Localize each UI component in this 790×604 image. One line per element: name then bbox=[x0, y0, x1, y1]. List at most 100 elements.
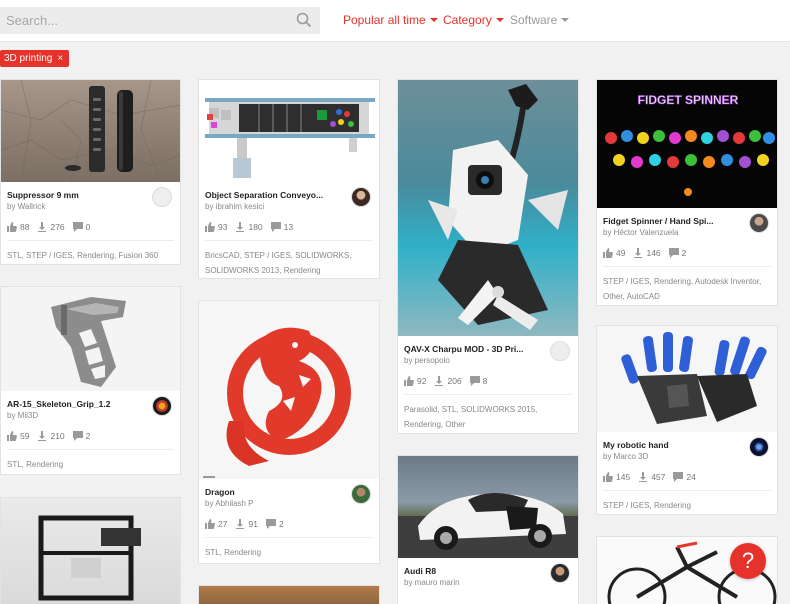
model-card[interactable]: Suppressor 9 mm by Wallrick 88 276 0 STL… bbox=[0, 79, 181, 265]
sort-dropdown[interactable]: Popular all time bbox=[343, 13, 438, 27]
model-card[interactable]: Dragon by Abhilash P 27 91 2 STL, Render… bbox=[198, 300, 380, 564]
download-icon bbox=[38, 431, 47, 441]
downloads-stat: 276 bbox=[37, 222, 65, 232]
comments-count: 2 bbox=[85, 431, 91, 441]
downloads-count: 91 bbox=[248, 519, 258, 529]
comments-stat: 8 bbox=[469, 376, 488, 386]
likes-count: 49 bbox=[616, 248, 626, 258]
comment-icon bbox=[668, 248, 679, 258]
card-author[interactable]: by ibrahim kesici bbox=[205, 202, 264, 211]
software-dropdown[interactable]: Software bbox=[510, 13, 570, 27]
card-stats: 93 180 13 bbox=[205, 222, 293, 232]
model-card[interactable] bbox=[198, 585, 380, 604]
avatar[interactable] bbox=[152, 396, 172, 416]
card-title[interactable]: QAV-X Charpu MOD - 3D Pri... bbox=[404, 344, 523, 354]
avatar[interactable] bbox=[550, 563, 570, 583]
remove-tag-icon[interactable]: × bbox=[57, 53, 63, 64]
model-card[interactable]: FIDGET SPINNER Fidget Spinner / Hand Spi… bbox=[596, 79, 778, 306]
search-input[interactable] bbox=[0, 7, 280, 34]
card-author[interactable]: by Mii3D bbox=[7, 411, 38, 420]
card-author[interactable]: by Wallrick bbox=[7, 202, 45, 211]
model-thumbnail[interactable] bbox=[199, 80, 379, 182]
comment-icon bbox=[673, 472, 684, 482]
likes-stat: 49 bbox=[603, 248, 625, 258]
card-title[interactable]: Dragon bbox=[205, 487, 235, 497]
download-icon bbox=[236, 222, 245, 232]
thumbs-up-icon bbox=[7, 431, 17, 441]
avatar[interactable] bbox=[351, 187, 371, 207]
model-thumbnail[interactable] bbox=[398, 456, 578, 558]
spinner-banner-text: FIDGET SPINNER bbox=[638, 93, 739, 107]
category-label: Category bbox=[443, 13, 492, 27]
card-author[interactable]: by Abhilash P bbox=[205, 499, 253, 508]
comments-count: 13 bbox=[283, 222, 294, 232]
downloads-count: 457 bbox=[651, 472, 666, 482]
model-thumbnail[interactable] bbox=[199, 586, 379, 604]
card-author[interactable]: by Héctor Valenzuela bbox=[603, 228, 678, 237]
card-title[interactable]: AR-15_Skeleton_Grip_1.2 bbox=[7, 399, 110, 409]
active-filter-tag[interactable]: 3D printing × bbox=[0, 50, 70, 67]
sort-label: Popular all time bbox=[343, 13, 426, 27]
comments-count: 24 bbox=[686, 472, 696, 482]
downloads-stat: 146 bbox=[633, 248, 661, 258]
model-thumbnail[interactable] bbox=[1, 80, 180, 182]
model-card[interactable]: My robotic hand by Marco 3D 145 457 24 S… bbox=[596, 325, 778, 515]
avatar[interactable] bbox=[550, 341, 570, 361]
downloads-stat: 457 bbox=[638, 472, 665, 482]
model-thumbnail[interactable]: FIDGET SPINNER bbox=[597, 80, 777, 208]
model-card[interactable]: AR-15_Skeleton_Grip_1.2 by Mii3D 59 210 … bbox=[0, 286, 181, 475]
downloads-count: 180 bbox=[248, 222, 263, 232]
card-tags: STL, Rendering bbox=[7, 460, 64, 469]
divider bbox=[7, 449, 174, 450]
chevron-down-icon bbox=[495, 18, 504, 22]
downloads-stat: 180 bbox=[235, 222, 263, 232]
card-author[interactable]: by Marco 3D bbox=[603, 452, 648, 461]
top-bar: Popular all time Category Software bbox=[0, 0, 790, 42]
divider bbox=[205, 240, 373, 241]
model-card[interactable] bbox=[0, 497, 181, 604]
card-tags: STL, STEP / IGES, Rendering, Fusion 360 bbox=[7, 251, 159, 260]
card-author[interactable]: by mauro marin bbox=[404, 578, 460, 587]
card-info: Fidget Spinner / Hand Spi... by Héctor V… bbox=[597, 208, 777, 305]
thumbs-up-icon bbox=[205, 222, 215, 232]
likes-stat: 145 bbox=[603, 472, 630, 482]
model-thumbnail[interactable] bbox=[1, 498, 180, 604]
model-card[interactable]: Audi R8 by mauro marin bbox=[397, 455, 579, 604]
downloads-stat: 210 bbox=[37, 431, 65, 441]
card-tags: STL, Rendering bbox=[205, 548, 262, 557]
card-title[interactable]: Object Separation Conveyo... bbox=[205, 190, 323, 200]
comments-count: 2 bbox=[278, 519, 284, 529]
model-card[interactable]: QAV-X Charpu MOD - 3D Pri... by persopol… bbox=[397, 79, 579, 434]
comments-stat: 0 bbox=[72, 222, 90, 232]
comments-stat: 13 bbox=[270, 222, 294, 232]
model-thumbnail[interactable] bbox=[1, 287, 180, 391]
card-title[interactable]: Suppressor 9 mm bbox=[7, 190, 79, 200]
comment-icon bbox=[72, 222, 83, 232]
avatar[interactable] bbox=[351, 484, 371, 504]
likes-count: 59 bbox=[20, 431, 30, 441]
model-card[interactable]: Object Separation Conveyo... by ibrahim … bbox=[198, 79, 380, 279]
comments-count: 8 bbox=[482, 376, 488, 386]
thumbs-up-icon bbox=[603, 248, 613, 258]
help-button[interactable]: ? bbox=[730, 543, 766, 579]
likes-stat: 92 bbox=[404, 376, 426, 386]
avatar[interactable] bbox=[749, 213, 769, 233]
model-thumbnail[interactable] bbox=[398, 80, 578, 336]
card-title[interactable]: Fidget Spinner / Hand Spi... bbox=[603, 216, 714, 226]
card-tags: STEP / IGES, Rendering bbox=[603, 501, 691, 510]
search-icon[interactable] bbox=[296, 12, 312, 33]
avatar[interactable] bbox=[749, 437, 769, 457]
card-info: Dragon by Abhilash P 27 91 2 STL, Render… bbox=[199, 479, 379, 563]
category-dropdown[interactable]: Category bbox=[443, 13, 504, 27]
avatar[interactable] bbox=[152, 187, 172, 207]
card-title[interactable]: Audi R8 bbox=[404, 566, 436, 576]
card-author[interactable]: by persopolo bbox=[404, 356, 450, 365]
divider bbox=[205, 537, 373, 538]
comments-count: 2 bbox=[681, 248, 687, 258]
card-title[interactable]: My robotic hand bbox=[603, 440, 669, 450]
comments-stat: 2 bbox=[265, 519, 284, 529]
chevron-down-icon bbox=[561, 18, 570, 22]
model-thumbnail[interactable] bbox=[597, 326, 777, 432]
card-stats: 145 457 24 bbox=[603, 472, 696, 482]
model-thumbnail[interactable] bbox=[199, 301, 379, 479]
